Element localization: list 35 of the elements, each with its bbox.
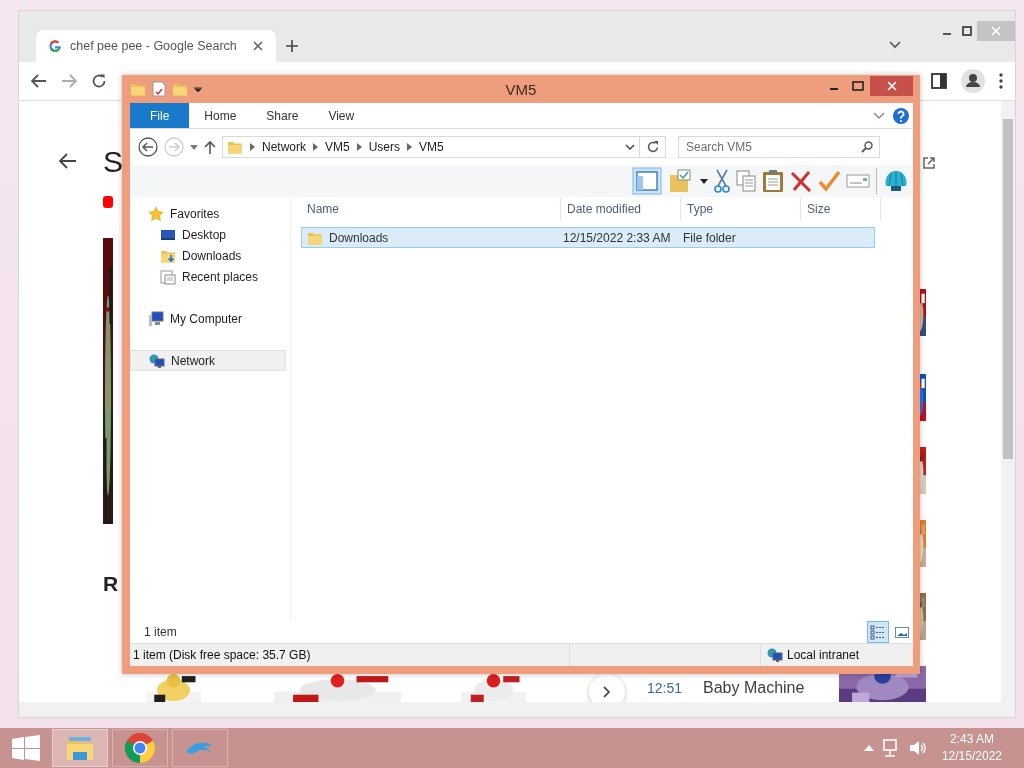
breadcrumb-item[interactable]: VM5: [419, 140, 444, 154]
security-zone: Local intranet: [787, 648, 860, 662]
file-name: Downloads: [329, 230, 389, 245]
section-heading: R: [103, 572, 119, 596]
ribbon-tab[interactable]: Share: [251, 103, 314, 128]
search-field[interactable]: Search VM5: [678, 136, 880, 158]
item-count: 1 item: [144, 625, 177, 639]
column-header[interactable]: Date modified: [561, 197, 681, 221]
nav-item[interactable]: Downloads: [130, 245, 286, 266]
breadcrumb-item[interactable]: Users: [368, 140, 401, 154]
video-duration: 12:51: [647, 680, 683, 696]
file-row[interactable]: Downloads 12/15/2022 2:33 AM File folder: [301, 227, 875, 248]
nav-item[interactable]: Recent places: [130, 266, 286, 287]
browser-tab[interactable]: chef pee pee - Google Search: [36, 30, 276, 62]
address-bar[interactable]: Network VM5 Users VM5: [222, 136, 640, 158]
column-header[interactable]: Name: [301, 197, 561, 221]
clock-date: 12/15/2022: [941, 748, 1002, 765]
clock-time: 2:43 AM: [949, 731, 994, 748]
page-heading: S: [103, 145, 123, 179]
nav-item[interactable]: My Computer: [130, 308, 286, 329]
column-header[interactable]: Type: [681, 197, 801, 221]
ribbon-tab[interactable]: View: [313, 103, 370, 128]
breadcrumb-item[interactable]: VM5: [325, 140, 350, 154]
table-cell-text: File folder: [682, 230, 737, 245]
status-text: 1 item (Disk free space: 35.7 GB): [130, 644, 570, 666]
window-title: VM5: [505, 80, 537, 98]
nav-item[interactable]: Desktop: [130, 224, 286, 245]
breadcrumb-item[interactable]: Network: [262, 140, 306, 154]
ribbon-tab[interactable]: Home: [189, 103, 252, 128]
column-header[interactable]: Size: [801, 197, 881, 221]
nav-item[interactable]: Network: [130, 350, 286, 371]
nav-item[interactable]: Favorites: [130, 203, 286, 224]
file-menu-button[interactable]: File: [130, 103, 190, 128]
video-title[interactable]: Baby Machine: [703, 679, 805, 697]
table-cell-text: 12/15/2022 2:33 AM: [562, 230, 672, 245]
